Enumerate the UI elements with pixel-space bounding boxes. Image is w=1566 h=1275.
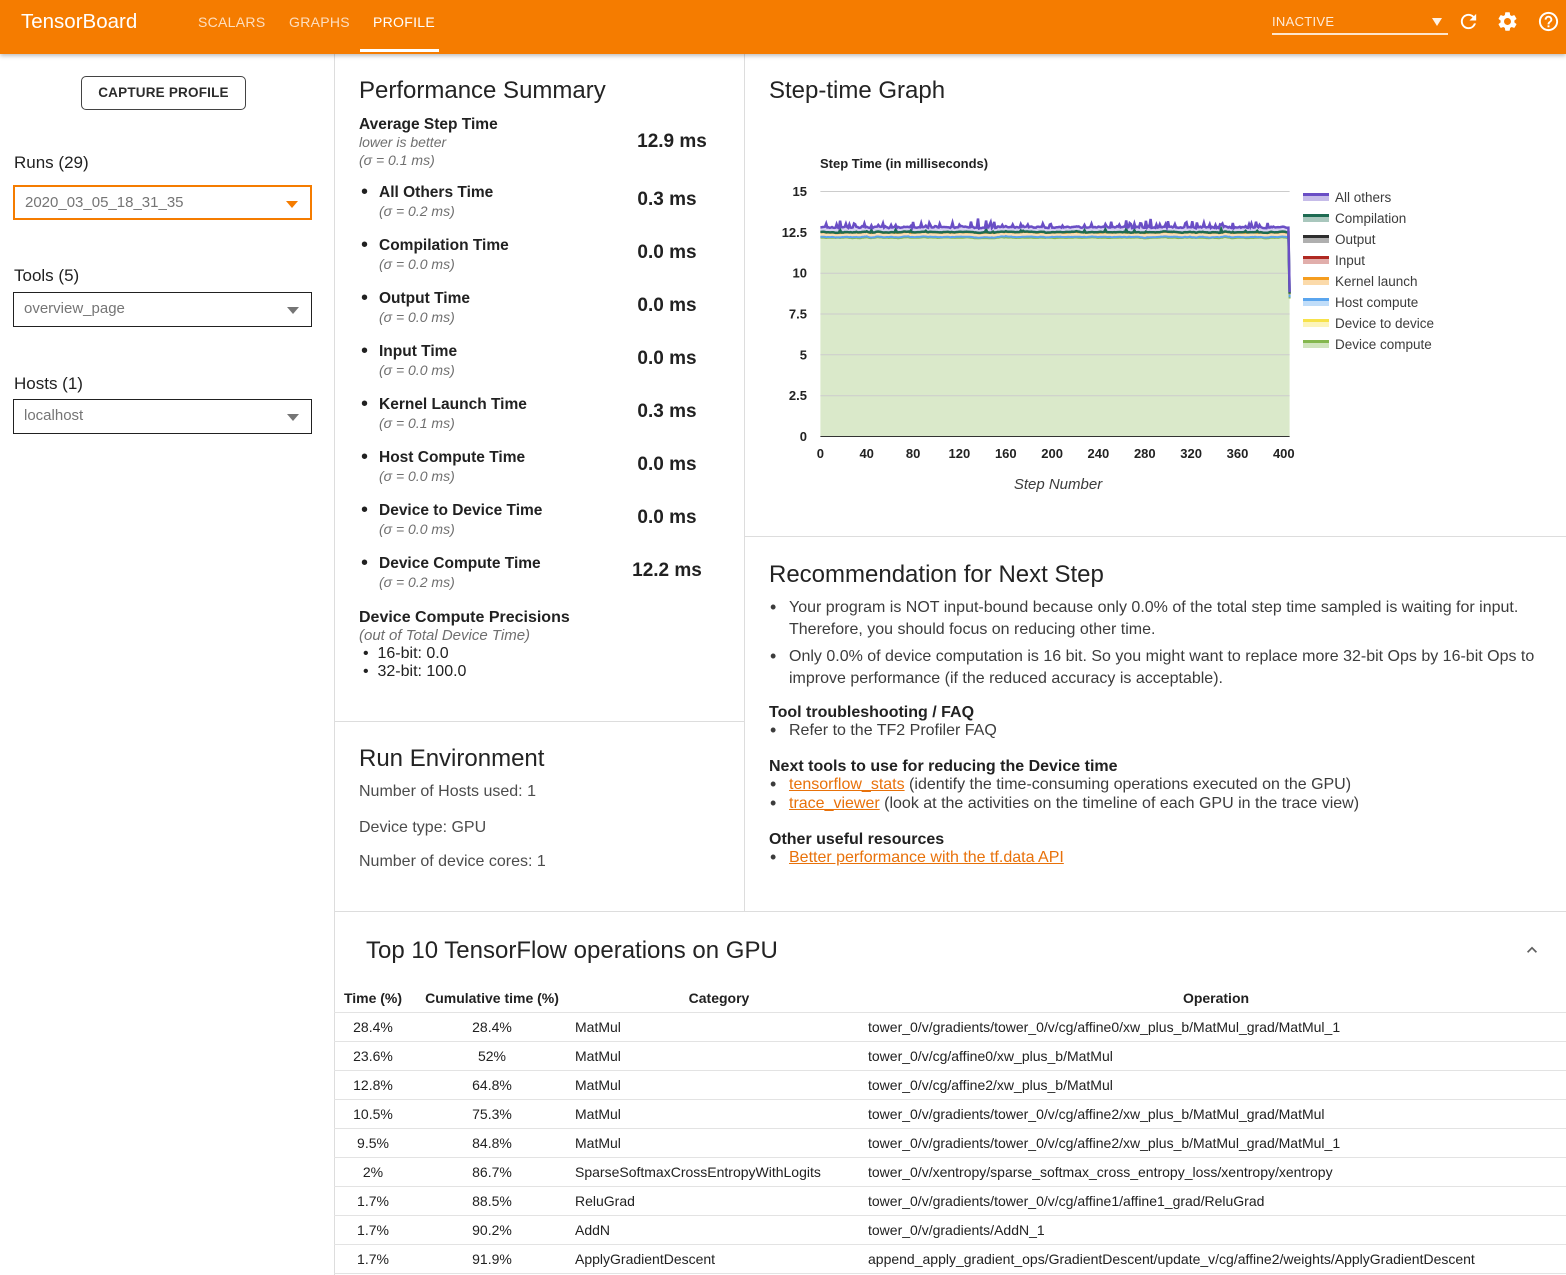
- svg-text:200: 200: [1041, 446, 1063, 461]
- svg-text:120: 120: [949, 446, 971, 461]
- svg-text:400: 400: [1273, 446, 1295, 461]
- svg-text:240: 240: [1088, 446, 1110, 461]
- svg-text:7.5: 7.5: [789, 307, 807, 322]
- svg-text:360: 360: [1227, 446, 1249, 461]
- svg-text:160: 160: [995, 446, 1017, 461]
- svg-text:12.5: 12.5: [782, 225, 807, 240]
- svg-text:5: 5: [800, 347, 807, 362]
- svg-text:80: 80: [906, 446, 920, 461]
- svg-text:280: 280: [1134, 446, 1156, 461]
- svg-text:0: 0: [817, 446, 824, 461]
- svg-text:10: 10: [793, 266, 807, 281]
- svg-text:320: 320: [1180, 446, 1202, 461]
- svg-text:40: 40: [859, 446, 873, 461]
- svg-text:0: 0: [800, 429, 807, 444]
- svg-text:15: 15: [793, 184, 807, 199]
- svg-text:2.5: 2.5: [789, 388, 807, 403]
